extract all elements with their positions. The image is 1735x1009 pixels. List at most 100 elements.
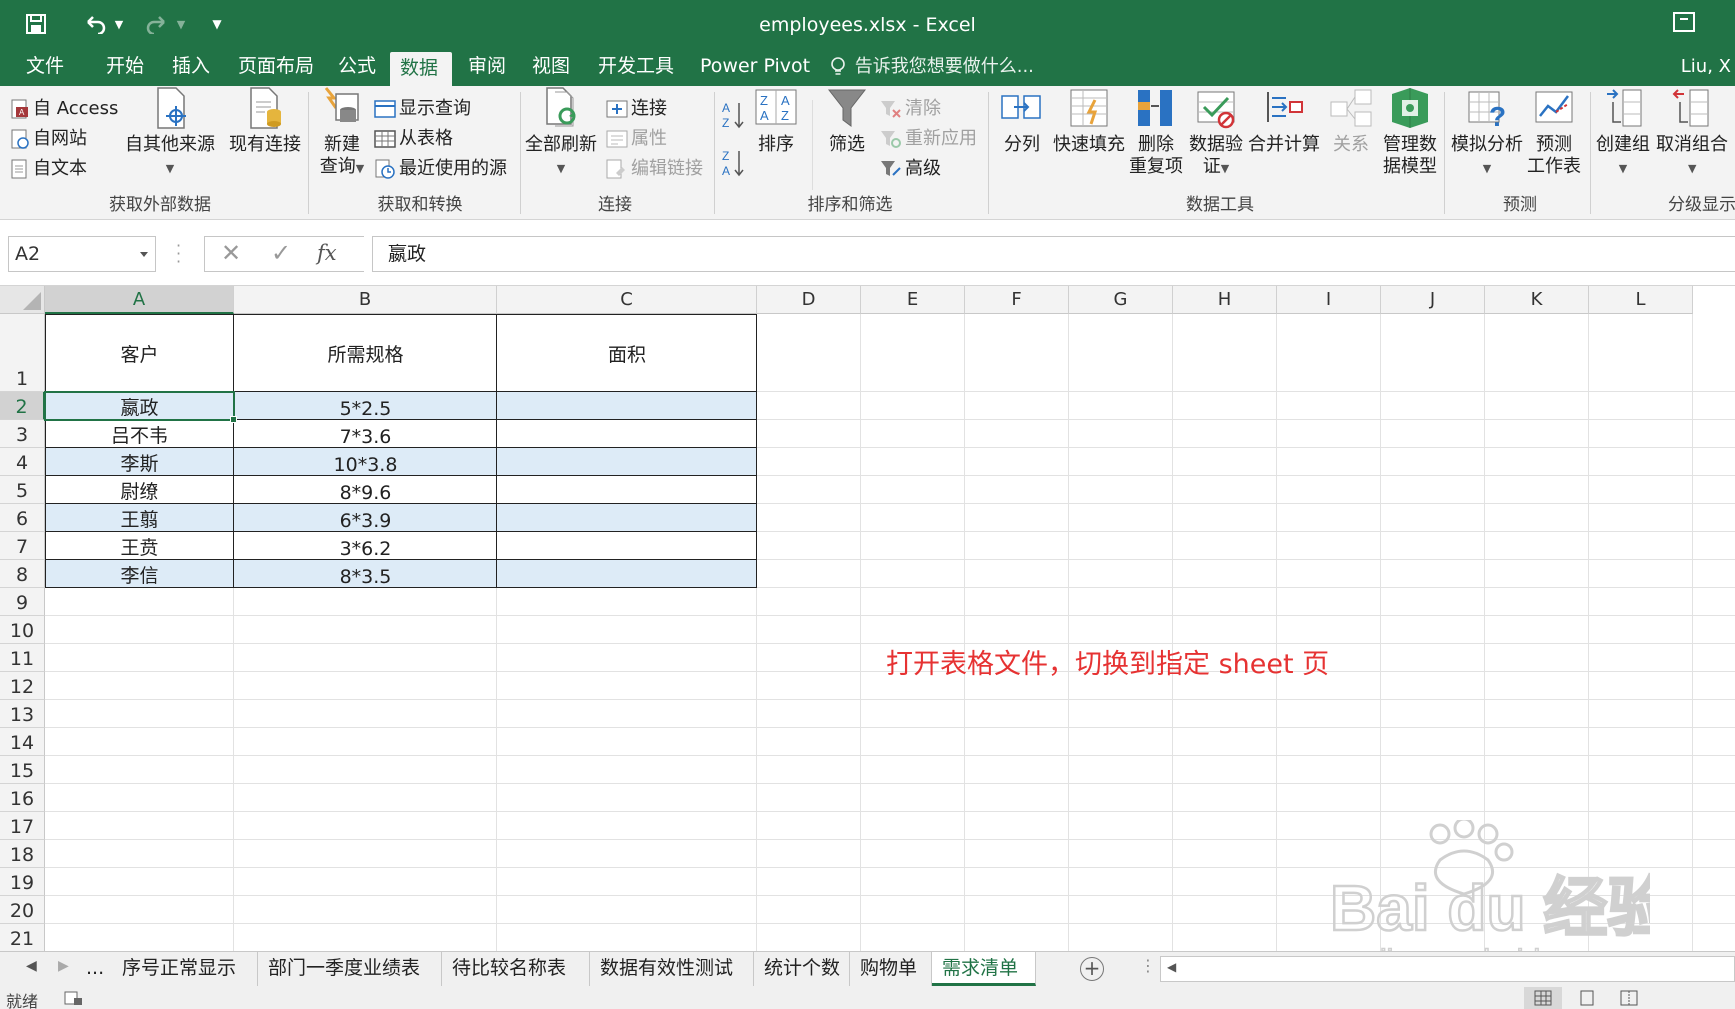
row-header-11[interactable]: 11 <box>0 644 45 672</box>
row-header-10[interactable]: 10 <box>0 616 45 644</box>
properties-button[interactable]: 属性 <box>606 124 667 150</box>
from-other-sources-button[interactable]: 自其他来源 ▼ <box>118 86 222 180</box>
customer-cell[interactable]: 王贲 <box>45 532 234 560</box>
tab-review[interactable]: 审阅 <box>458 50 516 86</box>
tell-me-search[interactable]: 告诉我您想要做什么... <box>830 50 1034 86</box>
sort-ascending-button[interactable]: AZ <box>722 100 744 133</box>
row-header-4[interactable]: 4 <box>0 448 45 476</box>
manage-data-model-button[interactable]: 管理数 据模型 <box>1380 86 1440 178</box>
refresh-all-button[interactable]: 全部刷新 ▼ <box>524 86 598 180</box>
group-button[interactable]: 创建组 ▼ <box>1592 86 1654 180</box>
consolidate-button[interactable]: 合并计算 <box>1248 86 1320 156</box>
undo-icon[interactable] <box>80 10 110 38</box>
forecast-sheet-button[interactable]: 预测 工作表 <box>1526 86 1582 178</box>
remove-duplicates-button[interactable]: 删除 重复项 <box>1128 86 1184 178</box>
recent-sources-button[interactable]: 最近使用的源 <box>374 154 507 180</box>
sheet-tab-4[interactable]: 数据有效性测试 <box>590 952 754 986</box>
customer-cell[interactable]: 李信 <box>45 560 234 588</box>
column-header-d[interactable]: D <box>757 286 861 314</box>
row-header-19[interactable]: 19 <box>0 868 45 896</box>
from-table-button[interactable]: 从表格 <box>374 124 453 150</box>
advanced-filter-button[interactable]: 高级 <box>880 154 941 180</box>
existing-connections-button[interactable]: 现有连接 <box>226 86 304 156</box>
row-header-9[interactable]: 9 <box>0 588 45 616</box>
tab-developer[interactable]: 开发工具 <box>588 50 684 86</box>
new-sheet-button[interactable]: + <box>1080 957 1104 981</box>
select-all-button[interactable] <box>0 286 45 314</box>
page-layout-view-icon[interactable] <box>1578 990 1596 1006</box>
tab-data[interactable]: 数据 <box>390 52 452 86</box>
tab-page-layout[interactable]: 页面布局 <box>228 50 324 86</box>
tab-home[interactable]: 开始 <box>96 50 154 86</box>
cancel-entry-icon[interactable]: ✕ <box>221 239 241 267</box>
customize-quick-access-icon[interactable]: ▼ <box>206 10 228 38</box>
from-text-button[interactable]: 自文本 <box>10 154 87 180</box>
save-icon[interactable] <box>22 10 50 38</box>
area-cell[interactable] <box>497 392 757 420</box>
worksheet-grid[interactable]: ABCDEFGHIJKL 1 2 3 4 5 6 7 8 9 10 11 12 13 14 15 16 17 18… <box>0 286 1735 951</box>
row-header-14[interactable]: 14 <box>0 728 45 756</box>
edit-links-button[interactable]: 编辑链接 <box>606 154 703 180</box>
clear-filter-button[interactable]: 清除 <box>880 94 941 120</box>
tab-insert[interactable]: 插入 <box>162 50 220 86</box>
name-box[interactable]: A2 <box>8 236 156 272</box>
spec-cell[interactable]: 6*3.9 <box>234 504 497 532</box>
row-header-13[interactable]: 13 <box>0 700 45 728</box>
spec-cell[interactable]: 7*3.6 <box>234 420 497 448</box>
row-header-17[interactable]: 17 <box>0 812 45 840</box>
column-header-f[interactable]: F <box>965 286 1069 314</box>
header-cell[interactable]: 客户 <box>45 314 234 392</box>
ungroup-button[interactable]: 取消组合 ▼ <box>1654 86 1734 180</box>
restore-ribbon-icon[interactable] <box>1673 12 1695 32</box>
column-header-h[interactable]: H <box>1173 286 1277 314</box>
insert-function-icon[interactable]: fx <box>317 241 337 265</box>
sheet-tab-5[interactable]: 统计个数 <box>754 952 850 986</box>
name-box-dropdown-icon[interactable] <box>140 252 148 257</box>
column-header-l[interactable]: L <box>1589 286 1693 314</box>
formula-input[interactable]: 嬴政 <box>372 236 1735 272</box>
row-header-2[interactable]: 2 <box>0 392 45 420</box>
scroll-tabs-right-icon[interactable]: ▶ <box>58 958 69 974</box>
spec-cell[interactable]: 8*3.5 <box>234 560 497 588</box>
column-header-i[interactable]: I <box>1277 286 1381 314</box>
row-header-18[interactable]: 18 <box>0 840 45 868</box>
text-to-columns-button[interactable]: 分列 <box>994 86 1050 156</box>
show-queries-button[interactable]: 显示查询 <box>374 94 471 120</box>
page-break-preview-icon[interactable] <box>1620 990 1638 1006</box>
relationships-button[interactable]: 关系 <box>1322 86 1380 156</box>
sort-button[interactable]: ZAAZ 排序 <box>752 86 800 156</box>
customer-cell[interactable]: 李斯 <box>45 448 234 476</box>
new-query-button[interactable]: 新建 查询▼ <box>314 86 370 180</box>
formula-bar-resize-handle[interactable]: · · · <box>176 238 181 270</box>
scroll-tabs-left-icon[interactable]: ◀ <box>26 958 37 974</box>
flash-fill-button[interactable]: 快速填充 <box>1052 86 1126 156</box>
spec-cell[interactable]: 3*6.2 <box>234 532 497 560</box>
row-header-12[interactable]: 12 <box>0 672 45 700</box>
fill-handle[interactable] <box>230 416 237 423</box>
from-access-button[interactable]: A自 Access <box>10 94 118 120</box>
row-header-16[interactable]: 16 <box>0 784 45 812</box>
redo-dropdown-icon[interactable]: ▼ <box>174 10 188 38</box>
connections-button[interactable]: 连接 <box>606 94 667 120</box>
spec-cell[interactable]: 10*3.8 <box>234 448 497 476</box>
sheet-tab-7[interactable]: 需求清单 <box>932 952 1036 986</box>
area-cell[interactable] <box>497 448 757 476</box>
row-header-6[interactable]: 6 <box>0 504 45 532</box>
from-web-button[interactable]: 自网站 <box>10 124 87 150</box>
row-header-3[interactable]: 3 <box>0 420 45 448</box>
column-header-g[interactable]: G <box>1069 286 1173 314</box>
row-header-21[interactable]: 21 <box>0 924 45 951</box>
row-header-8[interactable]: 8 <box>0 560 45 588</box>
tab-file[interactable]: 文件 <box>16 50 74 86</box>
reapply-button[interactable]: 重新应用 <box>880 124 977 150</box>
normal-view-button[interactable] <box>1524 987 1562 1009</box>
row-header-7[interactable]: 7 <box>0 532 45 560</box>
column-header-a[interactable]: A <box>45 286 234 314</box>
confirm-entry-icon[interactable]: ✓ <box>271 239 291 267</box>
row-header-1[interactable]: 1 <box>0 314 45 392</box>
customer-cell[interactable]: 吕不韦 <box>45 420 234 448</box>
scroll-left-icon[interactable]: ◀ <box>1167 960 1176 974</box>
spec-cell[interactable]: 8*9.6 <box>234 476 497 504</box>
column-header-j[interactable]: J <box>1381 286 1485 314</box>
spec-cell[interactable]: 5*2.5 <box>234 392 497 420</box>
